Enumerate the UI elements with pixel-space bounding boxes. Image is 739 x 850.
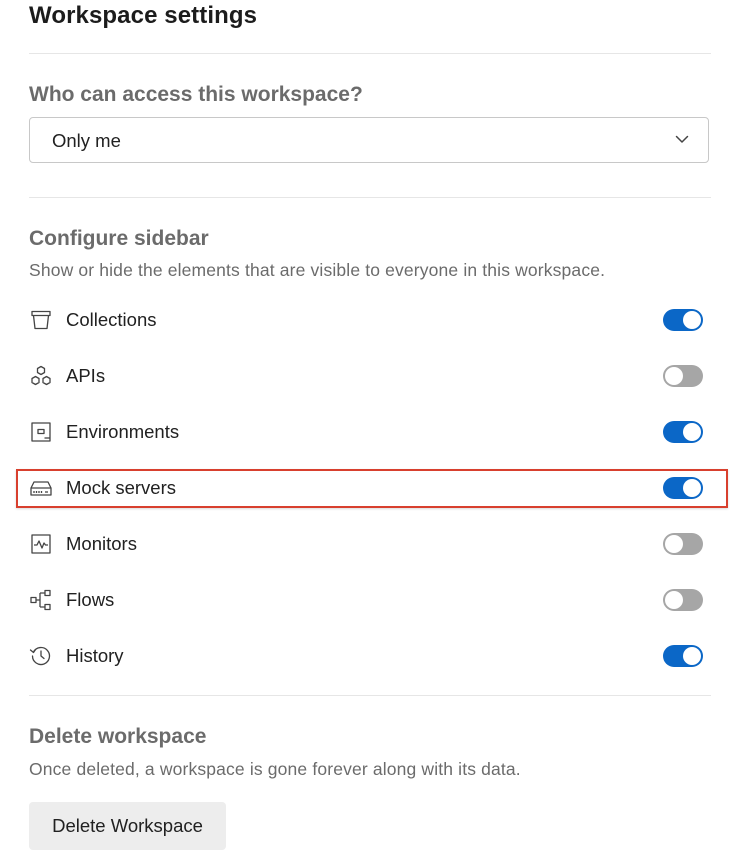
chevron-down-icon	[674, 131, 690, 147]
sidebar-item-label: History	[66, 645, 124, 666]
delete-workspace-button[interactable]: Delete Workspace	[29, 802, 226, 850]
sidebar-item-label: Mock servers	[66, 477, 176, 498]
toggle-knob	[665, 367, 683, 385]
sidebar-item-history: History	[29, 636, 709, 676]
toggle-knob	[665, 535, 683, 553]
mock-servers-toggle[interactable]	[663, 477, 703, 499]
toggle-knob	[683, 311, 701, 329]
access-select-value: Only me	[52, 130, 121, 151]
delete-heading: Delete workspace	[29, 725, 207, 748]
sidebar-item-monitors: Monitors	[29, 524, 709, 564]
collections-toggle[interactable]	[663, 309, 703, 331]
sidebar-config-description: Show or hide the elements that are visib…	[29, 260, 606, 280]
toggle-knob	[665, 591, 683, 609]
divider	[29, 695, 711, 696]
delete-description: Once deleted, a workspace is gone foreve…	[29, 759, 521, 779]
page-title: Workspace settings	[29, 2, 258, 29]
monitors-toggle[interactable]	[663, 533, 703, 555]
access-select[interactable]: Only me	[29, 117, 709, 163]
collections-icon	[29, 308, 53, 332]
history-icon	[29, 644, 53, 668]
access-heading: Who can access this workspace?	[29, 83, 363, 106]
sidebar-item-environments: Environments	[29, 412, 709, 452]
sidebar-config-heading: Configure sidebar	[29, 227, 209, 250]
sidebar-item-flows: Flows	[29, 580, 709, 620]
environments-icon	[29, 420, 53, 444]
apis-icon	[29, 364, 53, 388]
sidebar-item-apis: APIs	[29, 356, 709, 396]
sidebar-item-label: Flows	[66, 589, 115, 610]
history-toggle[interactable]	[663, 645, 703, 667]
sidebar-item-label: Environments	[66, 421, 180, 442]
apis-toggle[interactable]	[663, 365, 703, 387]
divider	[29, 197, 711, 198]
mock-servers-icon	[29, 476, 53, 500]
sidebar-item-label: Monitors	[66, 533, 137, 554]
environments-toggle[interactable]	[663, 421, 703, 443]
sidebar-item-mock-servers: Mock servers	[29, 468, 709, 508]
toggle-knob	[683, 423, 701, 441]
toggle-knob	[683, 647, 701, 665]
monitors-icon	[29, 532, 53, 556]
flows-icon	[29, 588, 53, 612]
sidebar-item-label: Collections	[66, 309, 157, 330]
divider	[29, 53, 711, 54]
sidebar-item-collections: Collections	[29, 300, 709, 340]
flows-toggle[interactable]	[663, 589, 703, 611]
sidebar-item-label: APIs	[66, 365, 106, 386]
toggle-knob	[683, 479, 701, 497]
